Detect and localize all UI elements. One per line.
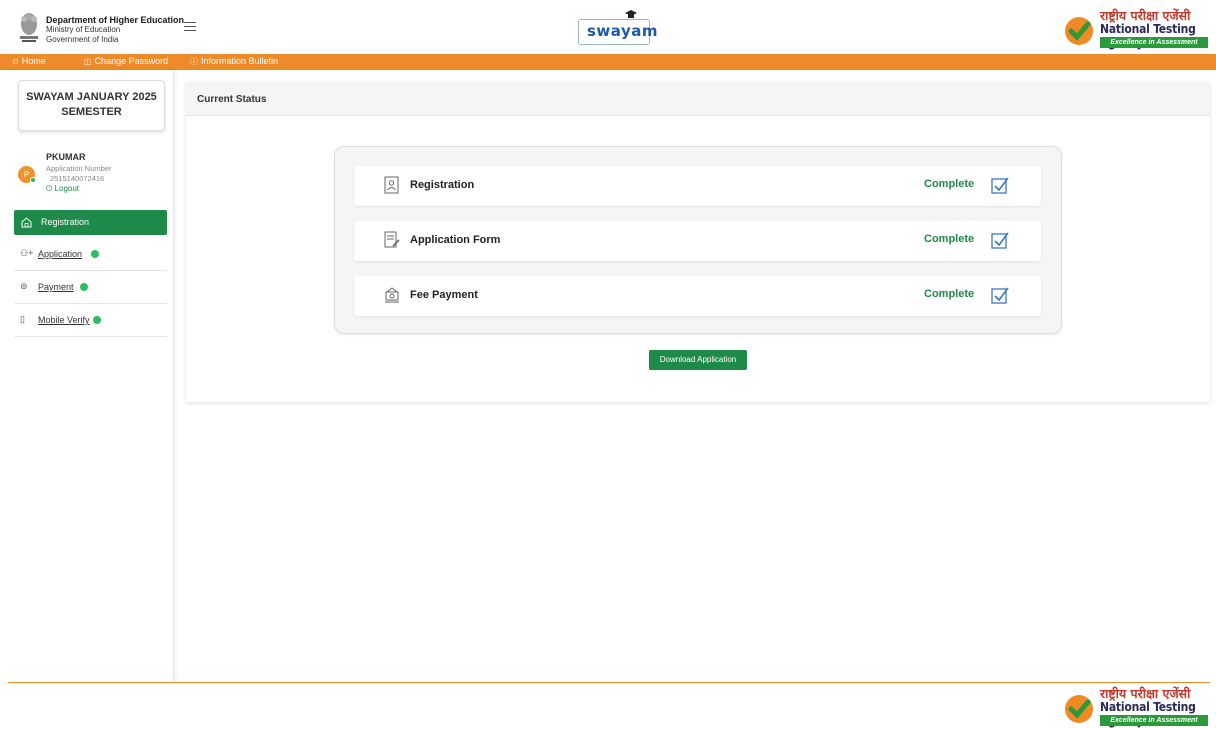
card-header: Current Status (186, 82, 1210, 116)
logout-icon: ⏻ (46, 184, 55, 193)
nta-tagline: Excellence in Assessment (1100, 37, 1208, 48)
footer-nta-logo: राष्ट्रीय परीक्षा एजेंसी National Testin… (1060, 684, 1210, 728)
check-circle-icon (91, 250, 99, 258)
nav-information-bulletin[interactable]: ⓘ Information Bulletin (190, 56, 278, 67)
user-plus-icon: ⚇+ (20, 248, 34, 258)
home-icon (21, 217, 32, 228)
nav-change-password-label: Change Password (94, 56, 169, 66)
home-icon: ⊙ (12, 57, 19, 66)
sidebar-item-payment[interactable]: ⊜ Payment (14, 271, 167, 304)
checkbox-checked-icon[interactable] (991, 231, 1009, 249)
sidebar-item-application[interactable]: ⚇+ Application (14, 238, 167, 271)
nav-info-bulletin-label: Information Bulletin (201, 56, 279, 66)
sidebar-item-registration-label: Registration (41, 217, 90, 227)
payment-icon: ⊜ (20, 281, 28, 291)
form-edit-icon (384, 231, 400, 248)
current-status-card: Current Status Registration Complete App… (186, 82, 1210, 402)
nta-check-icon (1065, 695, 1093, 723)
checkbox-checked-icon[interactable] (991, 286, 1009, 304)
department-name: Department of Higher Education Ministry … (46, 15, 184, 45)
status-complete-text: Complete (924, 288, 975, 300)
checkbox-checked-icon[interactable] (991, 176, 1009, 194)
sidebar-item-mobile-verify-label: Mobile Verify (38, 315, 90, 325)
status-row-label: Application Form (410, 234, 501, 246)
status-complete-text: Complete (924, 178, 975, 190)
fee-payment-icon (385, 287, 399, 303)
sidebar-item-registration[interactable]: Registration (14, 210, 167, 235)
swayam-logo-text: swayam (587, 22, 658, 40)
swayam-logo: swayam (578, 10, 657, 45)
logout-link[interactable]: ⏻ Logout (46, 184, 79, 194)
logout-label: Logout (54, 184, 80, 193)
avatar: P (18, 166, 36, 183)
registration-doc-icon (384, 176, 399, 194)
online-status-dot (30, 177, 36, 183)
dept-line-2: Ministry of Education (46, 25, 121, 34)
dept-line-1: Department of Higher Education (46, 15, 185, 25)
application-number-label: Application Number (46, 164, 112, 173)
nta-logo: राष्ट्रीय परीक्षा एजेंसी National Testin… (1060, 6, 1210, 50)
sidebar-item-payment-label: Payment (38, 282, 74, 292)
avatar-letter: P (23, 170, 30, 179)
page-header: Department of Higher Education Ministry … (0, 0, 1216, 54)
info-icon: ⓘ (190, 57, 198, 66)
semester-line-2: SEMESTER (61, 106, 122, 118)
application-number: 2515140072416 (50, 174, 105, 183)
user-name: PKUMAR (46, 152, 86, 162)
dept-line-3: Government of India (46, 35, 119, 44)
sidebar-item-mobile-verify[interactable]: ▯ Mobile Verify (14, 304, 167, 337)
status-row-label: Fee Payment (410, 289, 478, 301)
nta-tagline: Excellence in Assessment (1100, 715, 1208, 726)
status-row-application-form: Application Form Complete (354, 221, 1041, 261)
nav-change-password[interactable]: ◫ Change Password (84, 56, 168, 66)
download-application-button[interactable]: Download Application (649, 350, 747, 370)
status-complete-text: Complete (924, 233, 975, 245)
status-list: Registration Complete Application Form C… (334, 146, 1062, 334)
footer-divider (8, 682, 1210, 683)
nav-home[interactable]: ⊙ Home (12, 56, 46, 66)
hamburger-menu-icon[interactable] (184, 22, 196, 31)
lock-icon: ◫ (84, 57, 92, 66)
status-row-label: Registration (410, 179, 475, 191)
check-circle-icon (93, 316, 101, 324)
mobile-icon: ▯ (20, 314, 25, 324)
status-row-fee-payment: Fee Payment Complete (354, 276, 1041, 316)
nav-home-label: Home (21, 56, 46, 66)
sidebar: SWAYAM JANUARY 2025 SEMESTER P PKUMAR Ap… (0, 70, 174, 682)
nta-check-icon (1065, 17, 1093, 45)
sidebar-item-application-label: Application (38, 249, 83, 259)
semester-card: SWAYAM JANUARY 2025 SEMESTER (18, 80, 165, 131)
graduation-cap-icon (625, 10, 637, 18)
top-nav-bar: ⊙ Home ◫ Change Password ⓘ Information Bull… (0, 54, 1216, 70)
semester-line-1: SWAYAM JANUARY 2025 (26, 91, 157, 103)
status-row-registration: Registration Complete (354, 166, 1041, 206)
national-emblem-icon (20, 13, 38, 42)
check-circle-icon (80, 283, 88, 291)
card-title: Current Status (197, 94, 267, 105)
